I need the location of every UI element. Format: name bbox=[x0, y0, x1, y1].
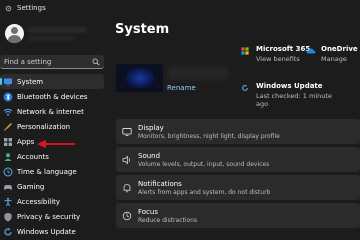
sidebar-item-time-language[interactable]: Time & language bbox=[0, 164, 104, 179]
sidebar-item-privacy[interactable]: Privacy & security bbox=[0, 209, 104, 224]
update-icon bbox=[4, 227, 12, 236]
sidebar: Find a setting System Bluetooth & device… bbox=[0, 18, 108, 240]
microsoft365-tile[interactable]: Microsoft 365 View benefits bbox=[256, 45, 310, 63]
search-icon[interactable] bbox=[92, 58, 100, 66]
sidebar-item-label: Time & language bbox=[17, 167, 77, 176]
card-subtitle: Reduce distractions bbox=[138, 217, 198, 224]
sidebar-item-label: Bluetooth & devices bbox=[17, 92, 88, 101]
onedrive-subtitle: Manage bbox=[321, 55, 347, 63]
card-notifications[interactable]: Notifications Alerts from apps and syste… bbox=[116, 175, 360, 200]
search-input[interactable]: Find a setting bbox=[0, 55, 104, 69]
card-sound[interactable]: Sound Volume levels, output, input, soun… bbox=[116, 147, 360, 172]
page-title: System bbox=[115, 22, 170, 37]
avatar[interactable] bbox=[5, 24, 24, 43]
onedrive-title: OneDrive bbox=[321, 45, 358, 53]
monitor-icon bbox=[4, 78, 12, 85]
annotation-arrow-icon bbox=[37, 140, 75, 148]
card-title: Sound bbox=[138, 152, 161, 160]
speaker-icon bbox=[122, 155, 131, 165]
sidebar-item-label: Personalization bbox=[17, 122, 71, 131]
windows-update-title: Windows Update bbox=[256, 82, 323, 90]
windows-update-subtitle-line1: Last checked: 1 minute bbox=[256, 92, 332, 100]
card-focus[interactable]: Focus Reduce distractions bbox=[116, 203, 360, 228]
account-email-blurred bbox=[27, 36, 75, 41]
sidebar-item-system[interactable]: System bbox=[0, 74, 104, 89]
sidebar-item-label: Accessibility bbox=[17, 197, 61, 206]
shield-icon bbox=[4, 212, 12, 221]
sidebar-item-accounts[interactable]: Accounts bbox=[0, 149, 104, 164]
window-title: Settings bbox=[17, 4, 46, 12]
bluetooth-icon bbox=[3, 92, 13, 101]
globe-clock-icon bbox=[3, 167, 13, 176]
sidebar-item-windows-update[interactable]: Windows Update bbox=[0, 224, 104, 239]
device-name-blurred bbox=[168, 66, 228, 80]
focus-icon bbox=[122, 211, 132, 221]
person-icon bbox=[4, 152, 12, 161]
card-subtitle: Monitors, brightness, night light, displ… bbox=[138, 133, 280, 140]
search-placeholder: Find a setting bbox=[4, 58, 52, 66]
display-icon bbox=[122, 128, 132, 137]
sidebar-item-bluetooth[interactable]: Bluetooth & devices bbox=[0, 89, 104, 104]
gamepad-icon bbox=[4, 184, 12, 190]
card-subtitle: Volume levels, output, input, sound devi… bbox=[138, 161, 270, 168]
rename-link[interactable]: Rename bbox=[167, 84, 196, 92]
title-bar: Settings bbox=[0, 0, 360, 18]
sidebar-item-label: System bbox=[17, 77, 44, 86]
apps-icon bbox=[4, 137, 12, 146]
sidebar-item-personalization[interactable]: Personalization bbox=[0, 119, 104, 134]
brush-icon bbox=[4, 122, 12, 131]
sidebar-item-label: Accounts bbox=[17, 152, 49, 161]
nav-list: System Bluetooth & devices Network & int… bbox=[0, 74, 108, 239]
sidebar-item-label: Apps bbox=[17, 137, 35, 146]
sidebar-item-label: Network & internet bbox=[17, 107, 84, 116]
onedrive-tile[interactable]: OneDrive Manage bbox=[321, 45, 358, 63]
sidebar-item-label: Windows Update bbox=[17, 227, 76, 236]
microsoft365-icon bbox=[241, 47, 249, 55]
sidebar-item-accessibility[interactable]: Accessibility bbox=[0, 194, 104, 209]
onedrive-icon bbox=[306, 48, 316, 54]
card-title: Notifications bbox=[138, 180, 182, 188]
settings-card-list: Display Monitors, brightness, night ligh… bbox=[116, 119, 360, 231]
windows-update-subtitle-line2: ago bbox=[256, 100, 269, 108]
card-subtitle: Alerts from apps and system, do not dist… bbox=[138, 189, 271, 196]
windows-update-tile[interactable]: Windows Update Last checked: 1 minute ag… bbox=[256, 82, 332, 108]
card-title: Display bbox=[138, 124, 164, 132]
bell-icon bbox=[123, 184, 131, 193]
sidebar-item-label: Gaming bbox=[17, 182, 45, 191]
settings-app-icon bbox=[5, 5, 12, 12]
microsoft365-subtitle: View benefits bbox=[256, 55, 300, 63]
card-title: Focus bbox=[138, 208, 158, 216]
sidebar-item-gaming[interactable]: Gaming bbox=[0, 179, 104, 194]
sidebar-item-network[interactable]: Network & internet bbox=[0, 104, 104, 119]
sidebar-item-label: Privacy & security bbox=[17, 212, 81, 221]
card-display[interactable]: Display Monitors, brightness, night ligh… bbox=[116, 119, 360, 144]
windows-update-icon bbox=[242, 84, 248, 91]
account-name-blurred bbox=[27, 27, 87, 33]
device-wallpaper-thumbnail bbox=[116, 64, 163, 92]
microsoft365-title: Microsoft 365 bbox=[256, 45, 311, 53]
accessibility-icon bbox=[4, 197, 12, 206]
wifi-icon bbox=[3, 108, 13, 116]
